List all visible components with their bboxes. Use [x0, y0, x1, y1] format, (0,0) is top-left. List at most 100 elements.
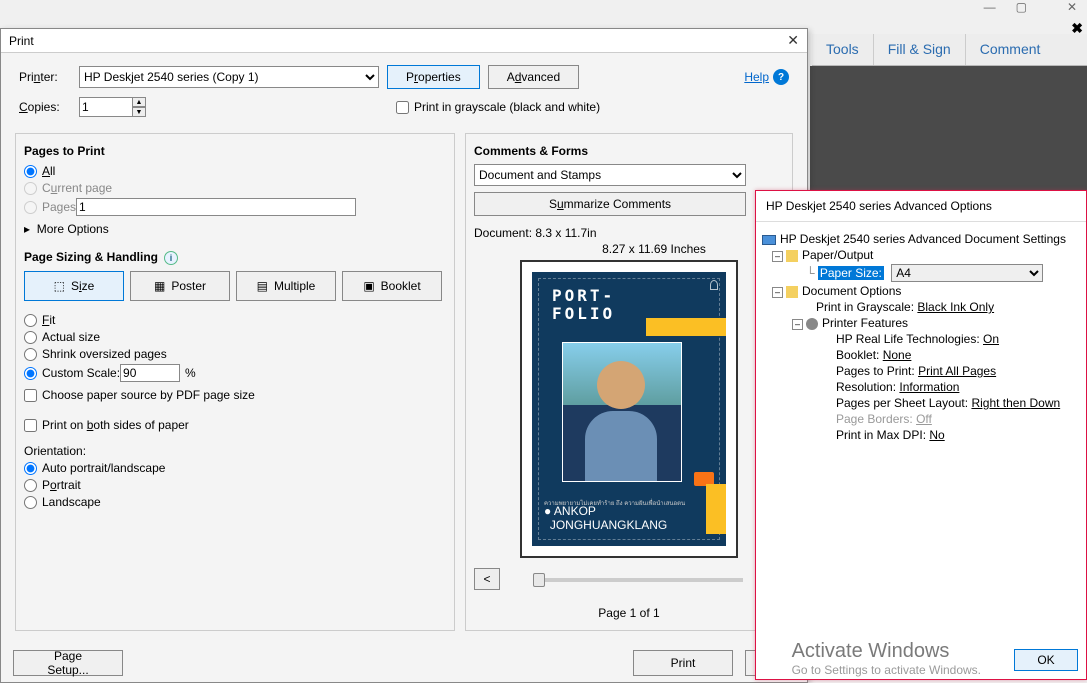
- printer-icon: [762, 235, 776, 245]
- properties-button[interactable]: Properties: [387, 65, 480, 89]
- dialog-close-icon[interactable]: ✕: [787, 32, 799, 49]
- printer-label: Printer:: [19, 70, 79, 84]
- orientation-label: Orientation:: [24, 444, 446, 458]
- maximize-icon[interactable]: ▢: [1016, 0, 1027, 20]
- maxdpi-value[interactable]: No: [929, 428, 944, 442]
- fill-sign-button[interactable]: Fill & Sign: [873, 34, 965, 65]
- percent-label: %: [185, 366, 196, 380]
- advanced-button[interactable]: Advanced: [488, 65, 579, 89]
- shrink-radio[interactable]: Shrink oversized pages: [24, 347, 446, 361]
- poster-button[interactable]: ▦Poster: [130, 271, 230, 301]
- actual-size-radio[interactable]: Actual size: [24, 330, 446, 344]
- pps-label: Pages per Sheet Layout:: [836, 396, 968, 410]
- advanced-options-dialog: HP Deskjet 2540 series Advanced Options …: [755, 190, 1087, 680]
- print-button[interactable]: Print: [633, 650, 733, 676]
- page-indicator: Page 1 of 1: [474, 606, 784, 620]
- booklet-label: Booklet:: [836, 348, 879, 362]
- multiple-button[interactable]: ▤Multiple: [236, 271, 336, 301]
- scale-input[interactable]: [120, 364, 180, 382]
- collapse-icon[interactable]: –: [772, 251, 783, 262]
- auto-orient-radio[interactable]: Auto portrait/landscape: [24, 461, 446, 475]
- print-dialog: Print ✕ Printer: HP Deskjet 2540 series …: [0, 28, 808, 683]
- paper-size-label[interactable]: Paper Size:: [818, 266, 884, 280]
- minimize-icon[interactable]: —: [984, 0, 996, 20]
- printer-features-node[interactable]: Printer Features: [822, 316, 908, 330]
- print-grayscale-label: Print in Grayscale:: [816, 300, 914, 314]
- sizing-title: Page Sizing & Handlingi: [24, 250, 446, 265]
- document-options-node[interactable]: Document Options: [802, 284, 901, 298]
- booklet-icon: ▣: [363, 279, 374, 293]
- custom-scale-radio[interactable]: Custom Scale: %: [24, 364, 446, 382]
- current-page-radio[interactable]: Current page: [24, 181, 446, 195]
- maxdpi-label: Print in Max DPI:: [836, 428, 926, 442]
- tools-button[interactable]: Tools: [812, 34, 873, 65]
- resolution-value[interactable]: Information: [899, 380, 959, 394]
- hp-rlt-label: HP Real Life Technologies:: [836, 332, 980, 346]
- portfolio-title-2: FOLIO: [552, 304, 615, 323]
- comments-forms-select[interactable]: Document and Stamps: [474, 164, 746, 186]
- landscape-radio[interactable]: Landscape: [24, 495, 446, 509]
- right-panel: Comments & Forms Document and Stamps Sum…: [465, 133, 793, 631]
- fit-radio[interactable]: Fit: [24, 313, 446, 327]
- help-icon[interactable]: ?: [773, 69, 789, 85]
- portrait-radio[interactable]: Portrait: [24, 478, 446, 492]
- multiple-icon: ▤: [257, 279, 268, 293]
- right-toolbar: Tools Fill & Sign Comment: [812, 34, 1087, 66]
- zoom-slider[interactable]: [533, 578, 743, 582]
- collapse-icon[interactable]: –: [792, 319, 803, 330]
- comment-button[interactable]: Comment: [965, 34, 1055, 65]
- portfolio-title-1: PORT-: [552, 286, 615, 305]
- prev-page-button[interactable]: <: [474, 568, 500, 590]
- portfolio-author: ● ANKOP JONGHUANGKLANG: [544, 504, 667, 532]
- gear-icon: [806, 318, 818, 330]
- size-button[interactable]: ⬚Size: [24, 271, 124, 301]
- folder-icon: [786, 286, 798, 298]
- pages-to-print-title: Pages to Print: [24, 144, 446, 158]
- hp-rlt-value[interactable]: On: [983, 332, 999, 346]
- pps-value[interactable]: Right then Down: [971, 396, 1060, 410]
- copies-spinner[interactable]: ▲▼: [132, 97, 146, 117]
- dialog-titlebar: Print ✕: [1, 29, 807, 53]
- pages-radio[interactable]: Pages: [24, 198, 446, 216]
- folder-icon: [786, 250, 798, 262]
- tree-root: HP Deskjet 2540 series Advanced Document…: [780, 232, 1066, 246]
- pages-print-value[interactable]: Print All Pages: [918, 364, 996, 378]
- all-radio[interactable]: All: [24, 164, 446, 178]
- comments-forms-title: Comments & Forms: [474, 144, 784, 158]
- print-grayscale-value[interactable]: Black Ink Only: [917, 300, 994, 314]
- dialog-title: Print: [9, 34, 34, 48]
- help-link[interactable]: Help: [744, 70, 769, 84]
- choose-source-checkbox[interactable]: Choose paper source by PDF page size: [24, 388, 446, 402]
- pages-print-label: Pages to Print:: [836, 364, 915, 378]
- copies-label: Copies:: [19, 100, 79, 114]
- document-dimensions: Document: 8.3 x 11.7in: [474, 226, 784, 240]
- close-icon[interactable]: ✕: [1067, 0, 1077, 20]
- both-sides-checkbox[interactable]: Print on both sides of paper: [24, 418, 446, 432]
- portfolio-photo: [562, 342, 682, 482]
- collapse-icon[interactable]: –: [772, 287, 783, 298]
- poster-icon: ▦: [154, 279, 165, 293]
- advanced-title: HP Deskjet 2540 series Advanced Options: [756, 191, 1086, 222]
- activation-watermark: Activate Windows Go to Settings to activ…: [792, 640, 981, 677]
- page-preview: PORT- FOLIO ความพยายามไม่เคยทำร้าย ถึง ค…: [520, 260, 738, 558]
- page-setup-button[interactable]: Page Setup...: [13, 650, 123, 676]
- settings-tree: HP Deskjet 2540 series Advanced Document…: [756, 222, 1086, 452]
- info-icon[interactable]: i: [164, 251, 178, 265]
- grayscale-checkbox[interactable]: Print in grayscale (black and white): [396, 100, 600, 114]
- size-icon: ⬚: [54, 279, 65, 293]
- window-controls: — ▢ ✕: [984, 0, 1087, 20]
- anchor-icon: [710, 280, 718, 290]
- left-panel: Pages to Print All Current page Pages ▸ …: [15, 133, 455, 631]
- printer-select[interactable]: HP Deskjet 2540 series (Copy 1): [79, 66, 379, 88]
- resolution-label: Resolution:: [836, 380, 896, 394]
- summarize-button[interactable]: Summarize Comments: [474, 192, 746, 216]
- copies-input[interactable]: [79, 97, 133, 117]
- more-options-toggle[interactable]: ▸ More Options: [24, 222, 446, 236]
- booklet-value[interactable]: None: [883, 348, 912, 362]
- ok-button[interactable]: OK: [1014, 649, 1078, 671]
- paper-size-select[interactable]: A4: [891, 264, 1043, 282]
- booklet-button[interactable]: ▣Booklet: [342, 271, 442, 301]
- borders-value: Off: [916, 412, 932, 426]
- paper-output-node[interactable]: Paper/Output: [802, 248, 873, 262]
- pages-range-input[interactable]: [76, 198, 356, 216]
